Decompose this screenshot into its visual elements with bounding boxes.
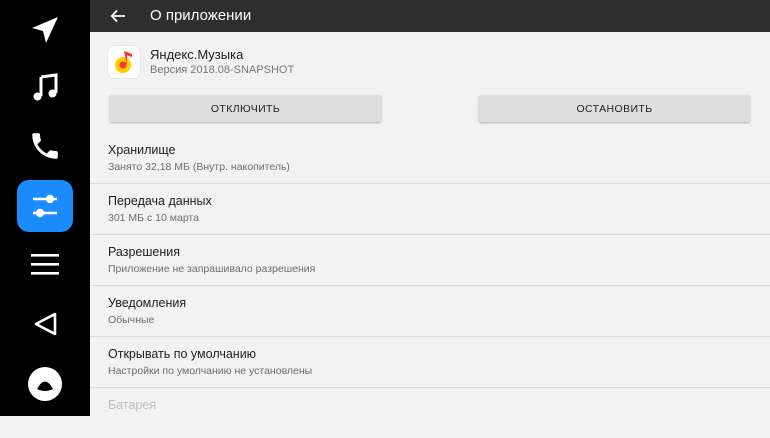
app-bar: О приложении bbox=[90, 0, 770, 32]
nav-item-menu[interactable] bbox=[17, 238, 73, 290]
alice-icon bbox=[28, 367, 62, 401]
settings-row-data-usage[interactable]: Передача данных 301 МБ с 10 марта bbox=[90, 184, 770, 235]
nav-rail bbox=[0, 0, 90, 416]
row-title: Хранилище bbox=[108, 143, 176, 157]
arrow-left-icon bbox=[110, 9, 125, 23]
navigation-icon bbox=[32, 17, 58, 43]
row-subtitle: Занято 32,18 МБ (Внутр. накопитель) bbox=[108, 161, 290, 173]
back-triangle-icon bbox=[34, 312, 57, 336]
settings-row-open-by-default[interactable]: Открывать по умолчанию Настройки по умол… bbox=[90, 337, 770, 388]
app-info-content: Яндекс.Музыка Версия 2018.08-SNAPSHOT ОТ… bbox=[90, 32, 770, 416]
row-title: Открывать по умолчанию bbox=[108, 347, 257, 361]
stop-button[interactable]: ОСТАНОВИТЬ bbox=[479, 95, 750, 122]
nav-item-navigation[interactable] bbox=[17, 4, 73, 56]
nav-item-alice[interactable] bbox=[17, 358, 73, 410]
menu-icon bbox=[31, 254, 59, 275]
music-note-logo-icon bbox=[115, 51, 132, 73]
yandex-music-app-icon bbox=[108, 46, 140, 78]
nav-item-settings[interactable] bbox=[17, 180, 73, 232]
phone-icon bbox=[32, 133, 58, 159]
row-title: Уведомления bbox=[108, 296, 187, 310]
row-subtitle: Обычные bbox=[108, 314, 155, 326]
page-title: О приложении bbox=[150, 7, 252, 24]
row-title: Батарея bbox=[108, 398, 157, 412]
app-header: Яндекс.Музыка Версия 2018.08-SNAPSHOT bbox=[90, 32, 770, 92]
nav-item-back[interactable] bbox=[17, 298, 73, 350]
back-button[interactable] bbox=[106, 4, 130, 28]
row-subtitle: Приложение не запрашивало разрешения bbox=[108, 263, 316, 275]
settings-row-battery[interactable]: Батарея bbox=[90, 388, 770, 438]
music-icon bbox=[33, 73, 58, 101]
row-subtitle: Настройки по умолчанию не установлены bbox=[108, 365, 313, 377]
nav-item-music[interactable] bbox=[17, 62, 73, 114]
settings-row-notifications[interactable]: Уведомления Обычные bbox=[90, 286, 770, 337]
row-title: Разрешения bbox=[108, 245, 181, 259]
settings-row-permissions[interactable]: Разрешения Приложение не запрашивало раз… bbox=[90, 235, 770, 286]
row-title: Передача данных bbox=[108, 194, 212, 208]
settings-sliders-icon bbox=[33, 194, 57, 218]
nav-item-phone[interactable] bbox=[17, 120, 73, 172]
app-name: Яндекс.Музыка bbox=[150, 47, 244, 62]
settings-row-storage[interactable]: Хранилище Занято 32,18 МБ (Внутр. накопи… bbox=[90, 133, 770, 184]
disable-button[interactable]: ОТКЛЮЧИТЬ bbox=[110, 95, 381, 122]
app-version: Версия 2018.08-SNAPSHOT bbox=[150, 64, 295, 76]
row-subtitle: 301 МБ с 10 марта bbox=[108, 212, 199, 224]
